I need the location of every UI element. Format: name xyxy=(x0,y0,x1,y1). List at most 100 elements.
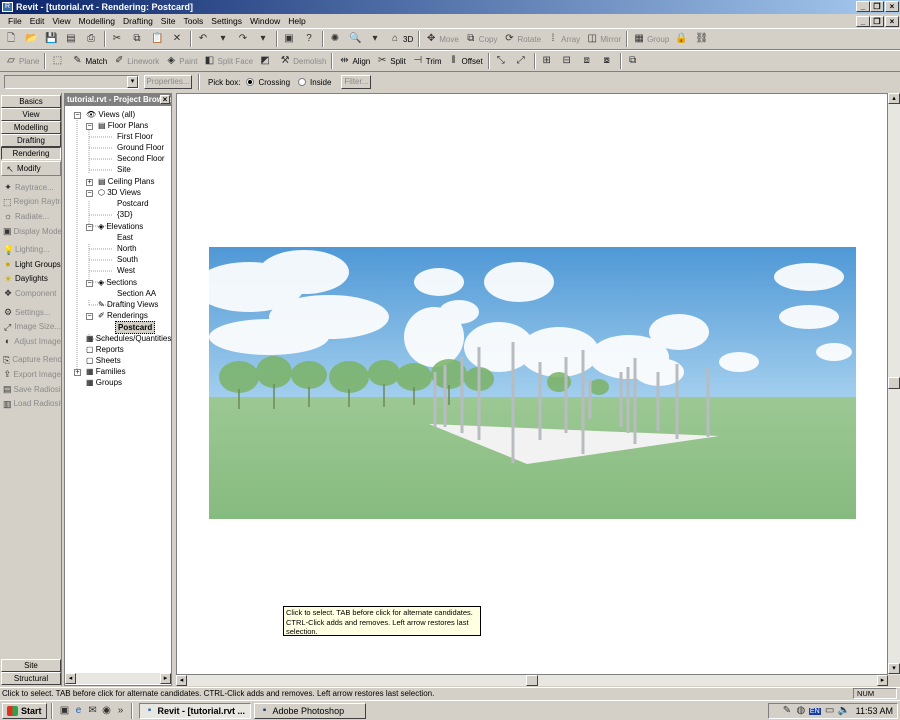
tree-south[interactable]: South xyxy=(117,254,138,265)
menu-settings[interactable]: Settings xyxy=(207,16,246,26)
scroll-right-icon[interactable]: ▸ xyxy=(160,673,171,684)
cut-geometry-button[interactable]: ◩ xyxy=(256,52,276,70)
scroll-right-icon[interactable]: ▸ xyxy=(877,675,888,686)
tree-section-aa[interactable]: Section AA xyxy=(117,288,156,299)
match-button[interactable]: ✎ Match xyxy=(68,52,110,70)
undo-button[interactable]: ↶ xyxy=(194,30,214,48)
doc-close-button[interactable]: × xyxy=(885,16,899,27)
scroll-up-icon[interactable]: ▴ xyxy=(888,93,900,104)
tab-site[interactable]: Site xyxy=(1,659,61,672)
tab-modelling[interactable]: Modelling xyxy=(1,121,61,134)
doc-minimize-button[interactable]: _ xyxy=(856,16,870,27)
tree-3d-default[interactable]: {3D} xyxy=(117,209,133,220)
switch-windows-button[interactable]: ▣ xyxy=(280,30,300,48)
task-revit[interactable]: ▪ Revit - [tutorial.rvt ... xyxy=(138,702,251,719)
open-button[interactable]: 📂 xyxy=(22,30,42,48)
menu-edit[interactable]: Edit xyxy=(26,16,49,26)
paste-button[interactable]: 📋 xyxy=(148,30,168,48)
collapse-icon[interactable]: − xyxy=(86,280,93,287)
tray-network-icon[interactable]: ◍ xyxy=(795,705,807,717)
adjust-image-button[interactable]: ◐ Adjust Image xyxy=(0,334,61,349)
tree-groups[interactable]: ▦ Groups xyxy=(86,377,122,388)
tree-renderings[interactable]: ✐ Renderings xyxy=(98,310,148,321)
clock[interactable]: 11:53 AM xyxy=(856,706,893,716)
tree-schedules[interactable]: ▦ Schedules/Quantities xyxy=(86,333,171,344)
tab-structural[interactable]: Structural xyxy=(1,672,61,685)
inside-radio[interactable]: Inside xyxy=(298,78,331,87)
raytrace-button[interactable]: ✦ Raytrace... xyxy=(0,180,61,195)
load-radiosity-button[interactable]: ▥Load Radiosity xyxy=(0,396,61,411)
undo-dropdown[interactable]: ▾ xyxy=(214,30,234,48)
trim-button[interactable]: ⊣ Trim xyxy=(409,52,445,70)
expand-icon[interactable]: + xyxy=(74,369,81,376)
type-selector[interactable]: ▾ xyxy=(4,75,139,89)
menu-drafting[interactable]: Drafting xyxy=(119,16,157,26)
dynamic-view-button[interactable]: ✺ xyxy=(326,30,346,48)
split-face-button[interactable]: ◧ Split Face xyxy=(201,52,257,70)
tree-site[interactable]: Site xyxy=(117,164,131,175)
quicklaunch-media-icon[interactable]: ◉ xyxy=(101,705,113,717)
tab-basics[interactable]: Basics xyxy=(1,95,61,108)
minimize-button[interactable]: _ xyxy=(856,1,870,12)
menu-view[interactable]: View xyxy=(48,16,74,26)
tree-views-all[interactable]: 👁 Views (all) xyxy=(86,109,135,120)
save-radiosity-button[interactable]: ▤Save Radiosity xyxy=(0,382,61,397)
quicklaunch-ie-icon[interactable]: e xyxy=(73,705,85,717)
menu-file[interactable]: File xyxy=(4,16,26,26)
quicklaunch-desktop-icon[interactable]: ▣ xyxy=(59,705,71,717)
cut-button[interactable]: ✂ xyxy=(108,30,128,48)
close-button[interactable]: × xyxy=(885,1,899,12)
array-button[interactable]: ⁞ Array xyxy=(544,30,583,48)
vertical-scrollbar[interactable]: ▴ ▾ xyxy=(888,93,900,675)
quicklaunch-more-icon[interactable]: » xyxy=(115,705,127,717)
expand-icon[interactable]: + xyxy=(86,179,93,186)
work-plane-button[interactable]: ▱ Plane xyxy=(2,52,42,70)
scroll-left-icon[interactable]: ◂ xyxy=(176,675,187,686)
properties-button[interactable]: Properties... xyxy=(144,75,192,89)
light-groups-button[interactable]: ● Light Groups xyxy=(0,257,61,272)
tree-families[interactable]: ▦ Families xyxy=(86,366,126,377)
crossing-radio[interactable]: Crossing xyxy=(246,78,290,87)
tab-drafting[interactable]: Drafting xyxy=(1,134,61,147)
tray-monitor-icon[interactable]: ▭ xyxy=(824,705,836,717)
split-button[interactable]: ✂ Split xyxy=(373,52,409,70)
paint-button[interactable]: ◈ Paint xyxy=(162,52,200,70)
tree-first-floor[interactable]: First Floor xyxy=(117,131,153,142)
tree-floor-plans[interactable]: ▤ Floor Plans xyxy=(98,120,148,131)
browser-hscrollbar[interactable]: ◂ ▸ xyxy=(65,673,171,684)
modify-button[interactable]: ↖ Modify xyxy=(1,161,61,176)
settings-button[interactable]: ⚙ Settings... xyxy=(0,305,61,320)
design-options-button[interactable]: ⧉ xyxy=(624,52,644,70)
demolish-button[interactable]: ⚒ Demolish xyxy=(276,52,329,70)
resize-button[interactable]: ⤡ xyxy=(492,52,512,70)
tab-rendering[interactable]: Rendering xyxy=(1,147,61,160)
copy-button[interactable]: ⧉ xyxy=(128,30,148,48)
zoom-dropdown[interactable]: ▾ xyxy=(366,30,386,48)
display-mode-button[interactable]: ▣ Display Mode xyxy=(0,224,61,239)
capture-rendering-button[interactable]: ⎘Capture Rendering xyxy=(0,353,61,368)
tree-ground-floor[interactable]: Ground Floor xyxy=(117,142,164,153)
tree-west[interactable]: West xyxy=(117,265,135,276)
quicklaunch-outlook-icon[interactable]: ✉ xyxy=(87,705,99,717)
menu-help[interactable]: Help xyxy=(284,16,309,26)
tab-view[interactable]: View xyxy=(1,108,61,121)
tree-reports[interactable]: ▢ Reports xyxy=(86,344,124,355)
menu-modelling[interactable]: Modelling xyxy=(75,16,119,26)
restore-button[interactable]: ❐ xyxy=(870,1,884,12)
dimension2-button[interactable]: ⊟ xyxy=(558,52,578,70)
tree-second-floor[interactable]: Second Floor xyxy=(117,153,165,164)
start-button[interactable]: Start xyxy=(2,702,47,719)
group-button[interactable]: ▦ Group xyxy=(630,30,672,48)
filter-button[interactable]: Filter... xyxy=(341,75,372,89)
collapse-icon[interactable]: − xyxy=(86,190,93,197)
copy-tool-button[interactable]: ⧉ Copy xyxy=(462,30,501,48)
tree-drafting-views[interactable]: ✎ Drafting Views xyxy=(98,299,158,310)
language-indicator[interactable]: EN xyxy=(808,707,821,715)
scale-button[interactable]: ⤢ xyxy=(512,52,532,70)
link-button[interactable]: ⛓ xyxy=(692,30,712,48)
horizontal-scrollbar[interactable]: ◂ ▸ xyxy=(176,675,888,686)
zoom-button[interactable]: 🔍 xyxy=(346,30,366,48)
scroll-left-icon[interactable]: ◂ xyxy=(65,673,76,684)
new-button[interactable]: 🗋 xyxy=(2,30,22,48)
scroll-down-icon[interactable]: ▾ xyxy=(888,663,900,674)
